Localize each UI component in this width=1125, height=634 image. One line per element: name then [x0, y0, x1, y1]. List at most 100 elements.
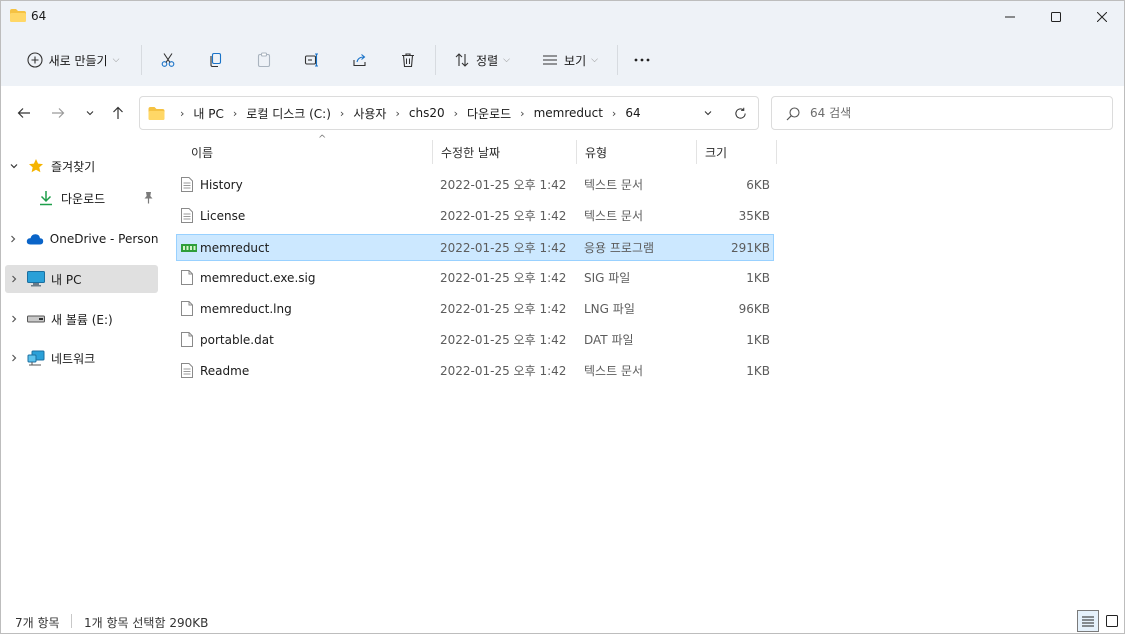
window-title: 64 — [31, 9, 47, 23]
pin-icon[interactable] — [143, 191, 154, 207]
breadcrumb: › 내 PC › 로컬 디스크 (C:) › 사용자 › chs20 › 다운로… — [148, 97, 641, 129]
file-date: 2022-01-25 오후 1:42 — [440, 209, 567, 223]
share-button[interactable] — [345, 41, 375, 79]
sidebar-item-network[interactable]: 네트워크 — [5, 344, 158, 372]
paste-button[interactable] — [249, 41, 279, 79]
file-name: Readme — [200, 363, 250, 378]
details-view-button[interactable] — [1077, 610, 1099, 632]
breadcrumb-users[interactable]: 사용자 — [353, 105, 386, 122]
column-header-date[interactable]: 수정한 날짜 — [425, 138, 565, 166]
blank-file-icon — [181, 296, 193, 321]
table-row-selected[interactable]: memreduct 2022-01-25 오후 1:42 응용 프로그램 291… — [176, 234, 774, 261]
file-date: 2022-01-25 오후 1:42 — [440, 178, 567, 192]
breadcrumb-this-pc[interactable]: 내 PC — [193, 105, 223, 122]
sidebar-item-label: OneDrive - Persona — [49, 232, 158, 246]
table-row[interactable]: History 2022-01-25 오후 1:42 텍스트 문서 6KB — [176, 172, 774, 199]
address-bar[interactable]: › 내 PC › 로컬 디스크 (C:) › 사용자 › chs20 › 다운로… — [139, 96, 759, 130]
chevron-right-icon: › — [395, 106, 400, 120]
sort-button[interactable]: 정렬 ⌵ — [447, 41, 517, 79]
chevron-right-icon[interactable] — [5, 314, 23, 324]
cut-button[interactable] — [153, 41, 183, 79]
ellipsis-icon — [634, 58, 650, 62]
more-options-button[interactable] — [627, 41, 657, 79]
file-date: 2022-01-25 오후 1:42 — [440, 271, 567, 285]
up-button[interactable] — [105, 100, 131, 126]
application-icon — [181, 235, 197, 260]
sidebar-item-downloads[interactable]: 다운로드 — [5, 184, 158, 212]
paste-icon — [257, 52, 271, 68]
maximize-button[interactable] — [1033, 1, 1079, 33]
view-button[interactable]: 보기 ⌵ — [535, 41, 605, 79]
back-button[interactable] — [11, 100, 37, 126]
file-date: 2022-01-25 오후 1:42 — [440, 241, 567, 255]
sort-icon — [455, 53, 469, 67]
arrow-up-icon — [113, 106, 123, 119]
breadcrumb-current[interactable]: 64 — [625, 106, 640, 120]
table-row[interactable]: portable.dat 2022-01-25 오후 1:42 DAT 파일 1… — [176, 327, 774, 354]
arrow-right-icon — [52, 108, 65, 118]
navigation-pane: 즐겨찾기 다운로드 OneDrive - Persona 내 PC 새 볼륨 (… — [1, 138, 161, 608]
rename-button[interactable] — [297, 41, 327, 79]
sidebar-item-favorites[interactable]: 즐겨찾기 — [5, 152, 158, 180]
file-date: 2022-01-25 오후 1:42 — [440, 302, 567, 316]
chevron-right-icon[interactable] — [5, 353, 23, 363]
file-size: 35KB — [738, 208, 770, 223]
share-icon — [353, 54, 366, 67]
search-input[interactable] — [810, 104, 1100, 122]
chevron-down-icon[interactable] — [5, 161, 23, 171]
drive-icon — [27, 311, 45, 327]
breadcrumb-downloads[interactable]: 다운로드 — [467, 105, 511, 122]
file-size: 1KB — [746, 332, 770, 347]
column-header-size[interactable]: 크기 — [689, 138, 769, 166]
column-header: ^ 이름 수정한 날짜 유형 크기 — [175, 134, 935, 166]
star-icon — [27, 158, 45, 174]
minimize-button[interactable] — [987, 1, 1033, 33]
refresh-icon — [734, 107, 746, 119]
forward-button[interactable] — [45, 100, 71, 126]
column-divider[interactable] — [776, 140, 777, 164]
delete-button[interactable] — [393, 41, 423, 79]
large-icons-view-button[interactable] — [1101, 610, 1123, 632]
file-size: 291KB — [730, 240, 770, 255]
file-type: SIG 파일 — [584, 271, 631, 285]
table-row[interactable]: License 2022-01-25 오후 1:42 텍스트 문서 35KB — [176, 203, 774, 230]
list-view-icon — [543, 55, 558, 65]
recent-locations-button[interactable] — [77, 100, 103, 126]
blank-file-icon — [181, 327, 193, 352]
breadcrumb-local-disk[interactable]: 로컬 디스크 (C:) — [246, 105, 331, 122]
chevron-right-icon[interactable] — [5, 274, 23, 284]
table-row[interactable]: memreduct.lng 2022-01-25 오후 1:42 LNG 파일 … — [176, 296, 774, 323]
table-row[interactable]: Readme 2022-01-25 오후 1:42 텍스트 문서 1KB — [176, 358, 774, 385]
column-header-type[interactable]: 유형 — [569, 138, 689, 166]
sidebar-item-volume-e[interactable]: 새 볼륨 (E:) — [5, 305, 158, 333]
column-header-name[interactable]: 이름 — [175, 138, 431, 166]
toolbar-divider — [435, 45, 436, 75]
table-row[interactable]: memreduct.exe.sig 2022-01-25 오후 1:42 SIG… — [176, 265, 774, 292]
command-bar: 새로 만들기 ⌵ 정렬 ⌵ 보기 ⌵ — [1, 41, 1124, 79]
blank-file-icon — [181, 265, 193, 290]
chevron-right-icon[interactable] — [5, 234, 22, 244]
file-name: portable.dat — [200, 332, 274, 347]
network-icon — [27, 350, 45, 366]
plus-circle-icon — [27, 52, 43, 68]
close-button[interactable] — [1079, 1, 1124, 33]
refresh-button[interactable] — [728, 101, 752, 125]
new-button[interactable]: 새로 만들기 ⌵ — [15, 41, 131, 79]
chevron-right-icon: › — [339, 106, 345, 120]
file-date: 2022-01-25 오후 1:42 — [440, 333, 567, 347]
file-list: ^ 이름 수정한 날짜 유형 크기 History 2022-01-25 오후 … — [161, 134, 1124, 608]
file-size: 1KB — [746, 363, 770, 378]
file-size: 1KB — [746, 270, 770, 285]
toolbar-divider — [617, 45, 618, 75]
search-box[interactable] — [771, 96, 1113, 130]
breadcrumb-user-folder[interactable]: chs20 — [409, 106, 445, 120]
text-file-icon — [181, 172, 193, 197]
sidebar-item-this-pc[interactable]: 내 PC — [5, 265, 158, 293]
file-size: 96KB — [738, 301, 770, 316]
address-history-button[interactable] — [696, 101, 720, 125]
sidebar-item-label: 새 볼륨 (E:) — [51, 312, 113, 327]
breadcrumb-memreduct[interactable]: memreduct — [534, 106, 603, 120]
file-type: 텍스트 문서 — [584, 364, 644, 378]
copy-button[interactable] — [201, 41, 231, 79]
sidebar-item-onedrive[interactable]: OneDrive - Persona — [5, 225, 158, 253]
